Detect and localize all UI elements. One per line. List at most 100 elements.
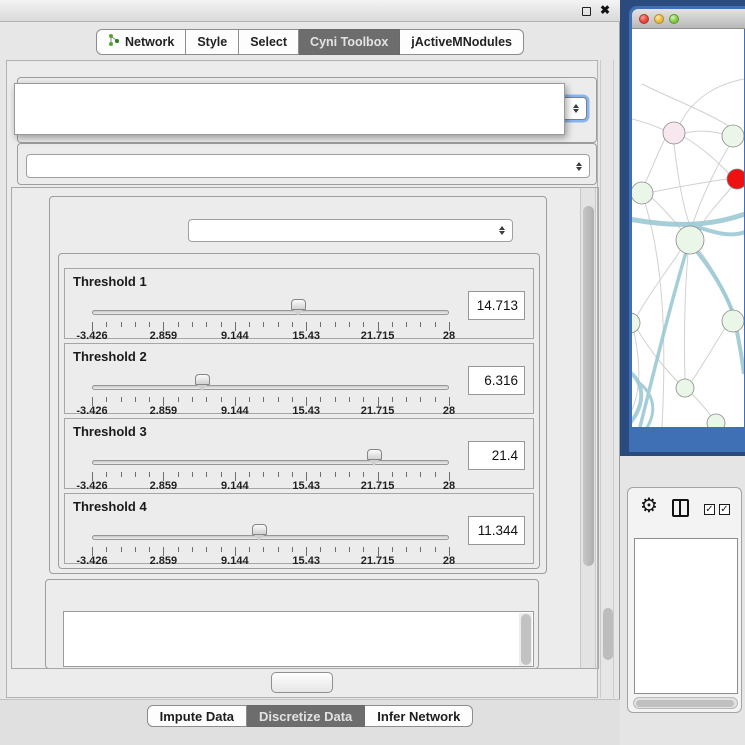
attributes-group [45, 579, 539, 669]
slider-tick [363, 547, 364, 552]
slider-tick [149, 397, 150, 402]
split-columns-icon[interactable] [672, 499, 689, 517]
apply-button[interactable] [271, 672, 333, 693]
slider-tick [178, 472, 179, 477]
slider-tick [206, 397, 207, 402]
slider-tick [221, 397, 222, 402]
tab-label: Network [125, 35, 174, 49]
slider-tick [106, 397, 107, 402]
tab-select[interactable]: Select [239, 29, 299, 55]
slider-tick [221, 547, 222, 552]
slider-tick [435, 397, 436, 402]
control-panel-titlebar: ✖ [0, 0, 620, 22]
gear-icon[interactable]: ⚙ [640, 493, 658, 518]
tab-cyni-toolbox[interactable]: Cyni Toolbox [299, 29, 400, 55]
slider-tick [135, 547, 136, 552]
tab-jactivemnodules[interactable]: jActiveMNodules [400, 29, 524, 55]
slider-tick-label: 2.859 [135, 555, 191, 567]
zoom-traffic-light-icon[interactable] [669, 14, 679, 24]
numerical-attributes-list[interactable] [63, 611, 534, 667]
tab-impute-data[interactable]: Impute Data [147, 705, 247, 727]
slider-thumb[interactable] [195, 374, 210, 385]
slider-tick [406, 322, 407, 327]
slider-tick [292, 322, 293, 327]
node-red-selected[interactable] [727, 169, 744, 189]
threshold-value-field[interactable]: 6.316 [468, 366, 525, 395]
slider-track[interactable] [92, 310, 449, 315]
node-gal4[interactable] [676, 226, 704, 254]
bottom-bar: Impute DataDiscretize DataInfer Network [0, 699, 620, 745]
close-icon[interactable]: ✖ [600, 3, 610, 17]
float-window-icon[interactable] [582, 7, 591, 16]
slider-tick [349, 547, 350, 552]
slider-thumb[interactable] [252, 524, 267, 535]
slider-tick [135, 472, 136, 477]
slider-tick-label: 28 [421, 330, 477, 342]
number-of-intervals-combobox[interactable] [188, 219, 513, 242]
slider-tick [249, 322, 250, 327]
slider-tick [320, 547, 321, 552]
threshold-value-field[interactable]: 11.344 [468, 516, 525, 545]
slider-tick [192, 322, 193, 327]
slider-tick [406, 472, 407, 477]
slider-tick [349, 397, 350, 402]
close-traffic-light-icon[interactable] [639, 14, 649, 24]
slider-tick [292, 397, 293, 402]
panel-scrollbar[interactable] [600, 60, 614, 698]
threshold-2-box: Threshold 2-3.4262.8599.14415.4321.71528… [64, 343, 534, 414]
thresholds-group: Threshold 1-3.4262.8599.14415.4321.71528… [58, 253, 540, 569]
slider-track[interactable] [92, 460, 449, 465]
network-window-titlebar [632, 9, 745, 29]
slider-tick [149, 547, 150, 552]
table-data-combobox[interactable] [26, 154, 590, 178]
threshold-value-field[interactable]: 14.713 [468, 291, 525, 320]
node-gcy1[interactable] [632, 313, 640, 333]
slider-tick [420, 547, 421, 552]
table-panel-region: ⚙ ✓ ✓ [620, 456, 745, 745]
threshold-label: Threshold 4 [73, 499, 147, 514]
slider-tick [392, 322, 393, 327]
slider-tick [363, 322, 364, 327]
slider-track[interactable] [92, 385, 449, 390]
tab-discretize-data[interactable]: Discretize Data [247, 705, 365, 727]
slider-thumb[interactable] [367, 449, 382, 460]
node-gal80[interactable] [663, 122, 685, 144]
node-h[interactable] [722, 310, 744, 332]
slider-thumb[interactable] [291, 299, 306, 310]
slider-tick [263, 397, 264, 402]
checkbox-checked-icon[interactable]: ✓ [719, 504, 730, 515]
node-gal11[interactable] [632, 182, 653, 204]
node-hap2[interactable] [676, 379, 694, 397]
tab-infer-network[interactable]: Infer Network [365, 705, 473, 727]
slider-track[interactable] [92, 535, 449, 540]
attributes-list-scrollbar[interactable] [519, 613, 532, 667]
tab-label: jActiveMNodules [411, 35, 512, 49]
slider-tick [121, 322, 122, 327]
slider-tick [135, 322, 136, 327]
slider-tick-label: 2.859 [135, 330, 191, 342]
slider-tick-label: 2.859 [135, 480, 191, 492]
slider-tick-label: 9.144 [207, 330, 263, 342]
slider-tick-label: -3.426 [64, 555, 120, 567]
tab-network[interactable]: Network [96, 29, 186, 55]
settings-scrollpane: Threshold 1-3.4262.8599.14415.4321.71528… [11, 187, 599, 669]
slider-tick-label: 28 [421, 480, 477, 492]
slider-tick [349, 322, 350, 327]
minimize-traffic-light-icon[interactable] [654, 14, 664, 24]
threshold-value-field[interactable]: 21.4 [468, 441, 525, 470]
slider-tick [178, 397, 179, 402]
network-canvas[interactable] [632, 29, 744, 427]
node-bottom-partial[interactable] [707, 414, 725, 427]
table-horizontal-scrollbar[interactable] [633, 697, 738, 709]
node-table[interactable] [634, 538, 738, 694]
slider-tick [263, 322, 264, 327]
tab-style[interactable]: Style [186, 29, 239, 55]
node-top-right[interactable] [722, 125, 744, 147]
slider-tick [121, 397, 122, 402]
threshold-label: Threshold 3 [73, 424, 147, 439]
combo-arrows-icon [573, 98, 579, 119]
intervals-scrollbar[interactable] [580, 188, 596, 669]
slider-tick [320, 397, 321, 402]
slider-tick-label: -3.426 [64, 405, 120, 417]
checkbox-checked-icon[interactable]: ✓ [704, 504, 715, 515]
